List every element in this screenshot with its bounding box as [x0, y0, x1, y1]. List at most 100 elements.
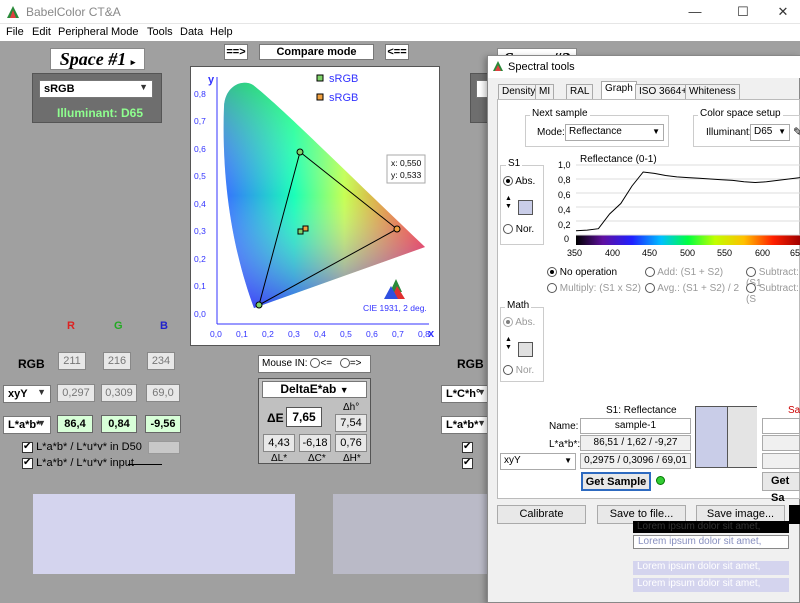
rgb-b-value[interactable]: 234 [147, 352, 175, 370]
d50-checkbox-label: L*a*b* / L*u*v* in D50 [36, 441, 142, 453]
spectral-logo-icon [493, 61, 503, 71]
name-label: Name: [549, 421, 579, 432]
b-header: B [160, 320, 168, 332]
dH-value: 0,76 [335, 434, 367, 452]
s2-name-field[interactable] [762, 418, 800, 434]
xyY-Y-value[interactable]: 69,0 [146, 384, 180, 402]
s1-nor-row[interactable]: Nor. [503, 224, 534, 235]
op-subtract-2[interactable]: Subtract: (S [746, 283, 800, 305]
chromaticity-svg: y 0,8 0,7 0,6 0,5 0,4 0,3 0,2 0,1 0,0 0,… [194, 73, 435, 340]
math-abs-row[interactable]: Abs. [503, 317, 535, 328]
rgb-label: RGB [18, 357, 45, 371]
op-multiply[interactable]: Multiply: (S1 x S2) [547, 283, 641, 294]
input-checkbox-row[interactable]: L*a*b* / L*u*v* input [22, 457, 134, 469]
tab-ral[interactable]: RAL [566, 84, 594, 99]
xyY-y-value[interactable]: 0,309 [101, 384, 137, 402]
rgb-g-value[interactable]: 216 [103, 352, 131, 370]
op-no-operation[interactable]: No operation [547, 267, 617, 278]
lorem-item-4: Lorem ipsum dolor sit amet, [633, 578, 789, 592]
x-tick-03: 0,3 [288, 329, 300, 339]
r-header: R [67, 320, 75, 332]
refl-y-1: 1,0 [558, 160, 571, 170]
refl-x-400: 400 [605, 248, 620, 258]
s1-abs-radio[interactable] [503, 176, 513, 187]
x-tick-07: 0,7 [392, 329, 404, 339]
lab-L-value[interactable]: 86,4 [57, 415, 93, 433]
refl-y-0: 0 [564, 234, 569, 244]
sample-name-field[interactable]: sample-1 [580, 418, 691, 434]
mode-select[interactable]: Reflectance ▼ [565, 124, 664, 141]
dh-value: 7,54 [335, 414, 367, 432]
xyY-select[interactable]: xyY ▼ [3, 385, 51, 403]
x-tick-02: 0,2 [262, 329, 274, 339]
x-tick-01: 0,1 [236, 329, 248, 339]
reflectance-title: Reflectance (0-1) [580, 154, 657, 165]
tab-mi[interactable]: MI [535, 84, 555, 99]
math-spinner[interactable]: ▲ ▼ [505, 336, 512, 352]
illuminant-label: Illuminant: [706, 127, 752, 138]
s2-lab-readout [762, 435, 800, 451]
space2-checkbox-2[interactable] [462, 457, 473, 469]
tab-density[interactable]: Density [498, 84, 540, 99]
black-swatch [789, 505, 800, 524]
input-checkbox[interactable] [22, 457, 33, 469]
menu-peripheral[interactable]: Peripheral [58, 26, 108, 38]
minimize-button[interactable]: — [672, 0, 718, 24]
wrench-icon[interactable]: ✎ [793, 125, 800, 139]
d50-checkbox[interactable] [22, 441, 33, 453]
space1-colorspace-select[interactable]: sRGB ▼ [39, 80, 153, 98]
space2-lab-select[interactable]: L*a*b* ▼ [441, 416, 491, 434]
lab-select[interactable]: L*a*b* ▼ [3, 416, 51, 434]
dE-value: 7,65 [286, 407, 322, 427]
menu-tools[interactable]: Tools [147, 26, 173, 38]
babelcolor-logo-icon [384, 279, 405, 299]
close-button[interactable]: ✕ [760, 0, 800, 24]
space2-lch-select[interactable]: L*C*h° ▼ [441, 385, 491, 403]
tab-iso[interactable]: ISO 3664+ [635, 84, 692, 99]
plot-y-label: y [208, 74, 215, 86]
coord-y: y: 0,533 [391, 170, 422, 180]
space1-title-button[interactable]: Space #1 ▸ [50, 48, 145, 70]
mouse-in-left-radio[interactable] [310, 358, 321, 369]
refl-x-450: 450 [642, 248, 657, 258]
menu-mode[interactable]: Mode [111, 26, 139, 38]
delta-panel: DeltaE*ab ▼ Δh° ΔE 7,65 7,54 4,43 -6,18 … [258, 378, 371, 464]
xyY-x-value[interactable]: 0,297 [57, 384, 95, 402]
tab-graph[interactable]: Graph [601, 81, 637, 99]
s1-swatch [518, 200, 533, 215]
s1-spinner[interactable]: ▲ ▼ [505, 195, 512, 211]
chromaticity-plot[interactable]: y 0,8 0,7 0,6 0,5 0,4 0,3 0,2 0,1 0,0 0,… [190, 66, 440, 346]
space2-checkbox-1[interactable] [462, 441, 473, 453]
menu-help[interactable]: Help [210, 26, 233, 38]
tab-whiteness[interactable]: Whiteness [685, 84, 740, 99]
d50-checkbox-row[interactable]: L*a*b* / L*u*v* in D50 [22, 441, 142, 453]
op-average[interactable]: Avg.: (S1 + S2) / 2 [645, 283, 739, 294]
calibrate-button[interactable]: Calibrate [497, 505, 586, 524]
refl-x-65: 65 [790, 248, 800, 258]
rgb-r-value[interactable]: 211 [58, 352, 86, 370]
compare-left-button[interactable]: ==> [224, 44, 248, 60]
op-add[interactable]: Add: (S1 + S2) [645, 267, 723, 278]
xyY-select-spectral[interactable]: xyY ▼ [500, 453, 576, 470]
math-swatch [518, 342, 533, 357]
dH-label: ΔH* [343, 453, 361, 464]
lab-a-value[interactable]: 0,84 [101, 415, 137, 433]
delta-formula-select[interactable]: DeltaE*ab ▼ [262, 381, 367, 398]
get-sample-2-button[interactable]: Get Sa [762, 472, 800, 504]
cs-setup-label: Color space setup [698, 108, 783, 119]
menu-data[interactable]: Data [180, 26, 203, 38]
refl-y-02: 0,2 [558, 220, 571, 230]
menu-file[interactable]: File [6, 26, 24, 38]
s1-nor-radio[interactable] [503, 224, 513, 235]
illuminant-select[interactable]: D65 ▼ [750, 124, 790, 141]
menu-edit[interactable]: Edit [32, 26, 51, 38]
get-sample-button[interactable]: Get Sample [581, 472, 651, 491]
s1-abs-row[interactable]: Abs. [503, 176, 535, 187]
space2-rgb-label: RGB [457, 357, 484, 371]
compare-right-button[interactable]: <== [385, 44, 409, 60]
mouse-in-right-radio[interactable] [339, 358, 350, 369]
lorem-item-2: Lorem ipsum dolor sit amet, [633, 535, 789, 549]
math-nor-row[interactable]: Nor. [503, 365, 534, 376]
lorem-item-1: Lorem ipsum dolor sit amet, [633, 521, 789, 533]
lab-b-value[interactable]: -9,56 [145, 415, 181, 433]
